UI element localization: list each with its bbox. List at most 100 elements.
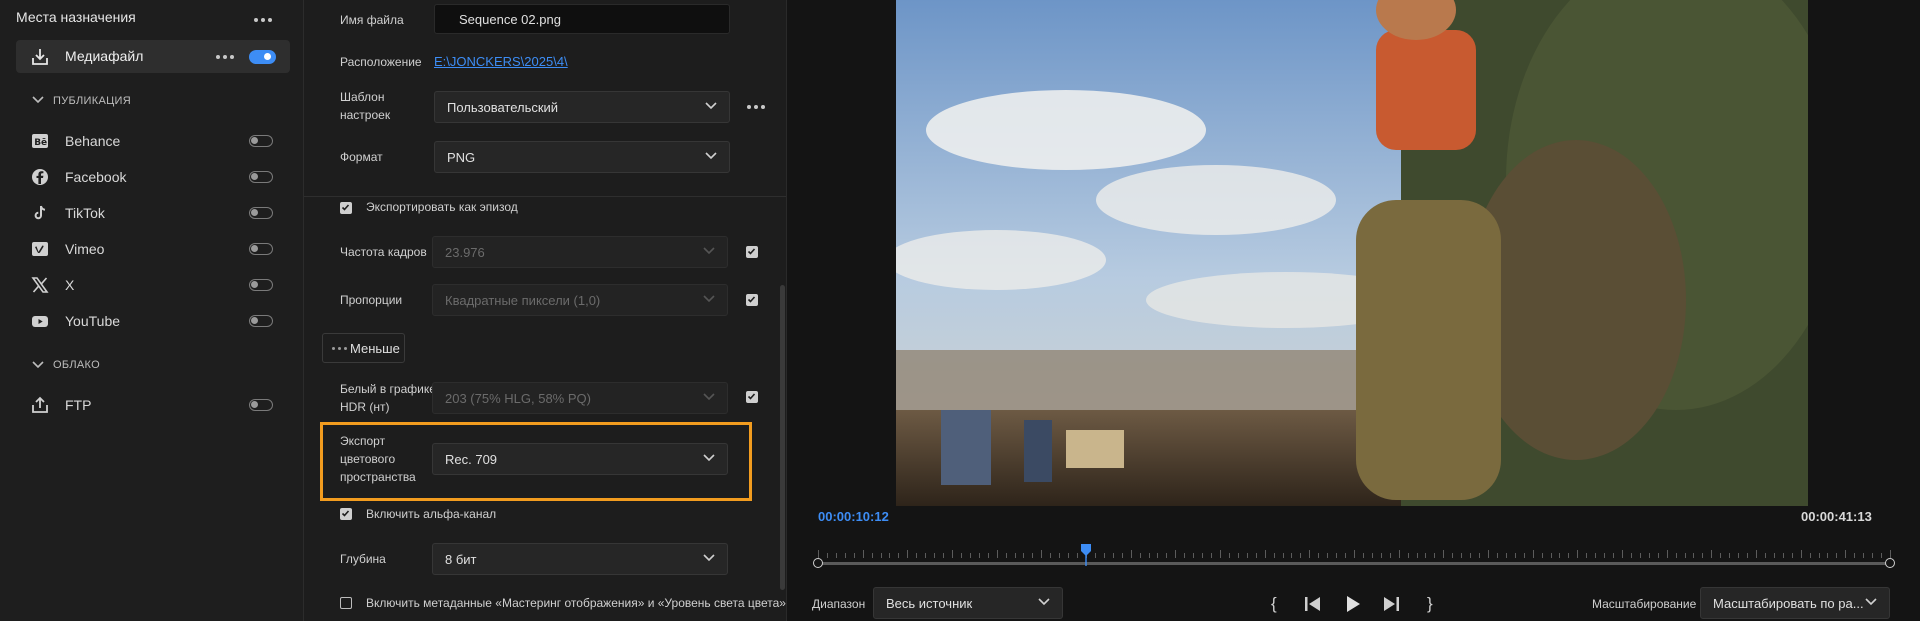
timeline-tick: [988, 553, 989, 558]
settings-scrollbar[interactable]: [780, 285, 785, 590]
timeline-tick: [1756, 550, 1757, 558]
aspect-value: Квадратные пиксели (1,0): [445, 293, 601, 308]
timeline-scrubber[interactable]: [813, 544, 1895, 582]
timeline-tick: [1032, 553, 1033, 558]
timeline-tick: [1157, 553, 1158, 558]
scale-select[interactable]: Масштабировать по ра...: [1700, 587, 1890, 619]
video-preview: [896, 0, 1808, 506]
destination-facebook[interactable]: Facebook: [16, 162, 290, 192]
destinations-more-icon[interactable]: [254, 18, 272, 22]
export-sequence-checkbox[interactable]: [340, 202, 352, 214]
chevron-down-icon: [1865, 598, 1877, 606]
frame-rate-select[interactable]: 23.976: [432, 236, 728, 268]
timeline-tick: [1559, 553, 1560, 558]
timeline-tick: [1265, 550, 1266, 558]
tiktok-toggle[interactable]: [249, 207, 273, 219]
destination-tiktok[interactable]: TikTok: [16, 198, 290, 228]
preset-select[interactable]: Пользовательский: [434, 91, 730, 123]
timeline-tick: [1667, 550, 1668, 558]
alpha-checkbox[interactable]: [340, 508, 352, 520]
timeline-tick: [934, 553, 935, 558]
chevron-down-icon: [703, 247, 715, 255]
timeline-tick: [1372, 553, 1373, 558]
timeline-tick: [1854, 553, 1855, 558]
timeline-tick: [1765, 553, 1766, 558]
x-label: X: [65, 277, 75, 293]
media-more-icon[interactable]: [216, 55, 234, 59]
hdr-label-line2: HDR (нт): [340, 400, 390, 414]
playhead[interactable]: [1080, 544, 1092, 566]
destination-behance[interactable]: Bē Behance: [16, 126, 290, 156]
timeline-track: [818, 562, 1890, 565]
tiktok-icon: [30, 203, 50, 223]
timeline-tick: [1783, 553, 1784, 558]
chevron-down-icon[interactable]: [32, 361, 44, 369]
play-icon[interactable]: [1345, 595, 1361, 613]
aspect-match-checkbox[interactable]: [746, 294, 758, 306]
color-space-label-line2: цветового: [340, 452, 396, 466]
timeline-tick: [1229, 553, 1230, 558]
timeline-tick: [854, 553, 855, 558]
less-button[interactable]: Меньше: [322, 333, 405, 363]
youtube-toggle[interactable]: [249, 315, 273, 327]
range-select[interactable]: Весь источник: [873, 587, 1063, 619]
media-toggle[interactable]: [249, 50, 276, 64]
ftp-toggle[interactable]: [249, 399, 273, 411]
upload-icon: [30, 395, 50, 415]
destination-x[interactable]: X: [16, 270, 290, 300]
hdr-white-select[interactable]: 203 (75% HLG, 58% PQ): [432, 382, 728, 414]
destination-vimeo[interactable]: Vimeo: [16, 234, 290, 264]
step-back-icon[interactable]: [1304, 596, 1322, 612]
destination-youtube[interactable]: YouTube: [16, 306, 290, 336]
timeline-tick: [1068, 553, 1069, 558]
timeline-tick: [1470, 553, 1471, 558]
vimeo-label: Vimeo: [65, 241, 105, 257]
chevron-down-icon: [705, 152, 717, 160]
timeline-tick: [863, 550, 864, 558]
preset-label-line2: настроек: [340, 108, 391, 122]
color-space-label-line1: Экспорт: [340, 434, 386, 448]
preset-more-icon[interactable]: [747, 105, 765, 109]
timeline-tick: [1443, 550, 1444, 558]
timeline-tick: [1801, 550, 1802, 558]
behance-toggle[interactable]: [249, 135, 273, 147]
filename-input[interactable]: Sequence 02.png: [434, 4, 730, 34]
timeline-tick: [1238, 553, 1239, 558]
mark-in-icon[interactable]: {: [1271, 594, 1277, 614]
color-space-select[interactable]: Rec. 709: [432, 443, 728, 475]
x-toggle[interactable]: [249, 279, 273, 291]
timeline-tick: [1175, 550, 1176, 558]
timeline-tick: [1408, 553, 1409, 558]
x-icon: [30, 275, 50, 295]
metadata-checkbox[interactable]: [340, 597, 352, 609]
destination-media-file[interactable]: Медиафайл: [16, 40, 290, 73]
frame-rate-match-checkbox[interactable]: [746, 246, 758, 258]
depth-select[interactable]: 8 бит: [432, 543, 728, 575]
location-link[interactable]: E:\JONCKERS\2025\4\: [434, 54, 568, 69]
step-forward-icon[interactable]: [1382, 596, 1400, 612]
depth-value: 8 бит: [445, 552, 477, 567]
timeline-tick: [1077, 553, 1078, 558]
mark-out-icon[interactable]: }: [1427, 594, 1433, 614]
in-point-handle[interactable]: [813, 558, 823, 568]
hdr-white-match-checkbox[interactable]: [746, 391, 758, 403]
timeline-tick: [1095, 553, 1096, 558]
aspect-select[interactable]: Квадратные пиксели (1,0): [432, 284, 728, 316]
vimeo-toggle[interactable]: [249, 243, 273, 255]
timeline-tick: [845, 553, 846, 558]
facebook-toggle[interactable]: [249, 171, 273, 183]
destination-ftp[interactable]: FTP: [16, 390, 290, 420]
format-select[interactable]: PNG: [434, 141, 730, 173]
out-point-handle[interactable]: [1885, 558, 1895, 568]
timeline-tick: [1140, 553, 1141, 558]
destination-media-label: Медиафайл: [65, 48, 144, 64]
timeline-tick: [1595, 553, 1596, 558]
timeline-tick: [1568, 553, 1569, 558]
chevron-down-icon: [703, 554, 715, 562]
timeline-tick: [907, 550, 908, 558]
less-button-label: Меньше: [350, 341, 400, 356]
timeline-tick: [1202, 553, 1203, 558]
timeline-tick: [818, 550, 819, 558]
chevron-down-icon[interactable]: [32, 96, 44, 104]
timeline-tick: [1604, 553, 1605, 558]
